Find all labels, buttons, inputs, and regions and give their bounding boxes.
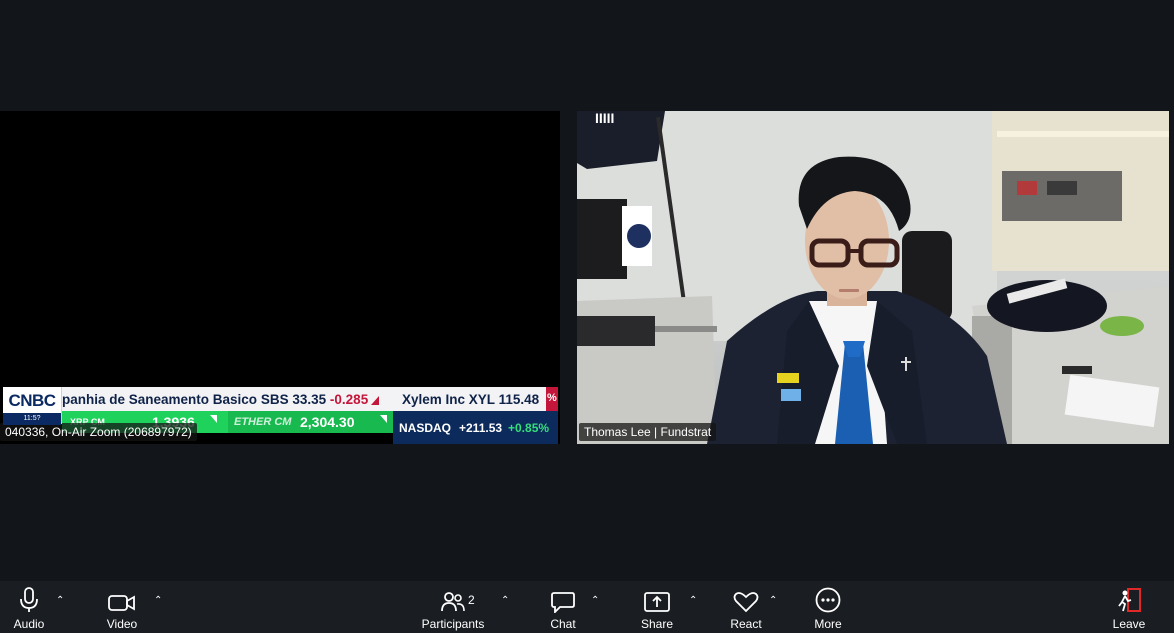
participants-options-caret[interactable]: ⌃ — [501, 595, 509, 606]
audio-button[interactable]: Audio — [10, 581, 48, 633]
ticker-nasdaq: NASDAQ +211.53 +0.85% — [393, 411, 558, 444]
react-button[interactable]: React — [726, 581, 766, 633]
microphone-icon — [19, 581, 39, 613]
participant-name-tag: Thomas Lee | Fundstrat — [579, 423, 717, 441]
participants-button[interactable]: Participants — [420, 581, 486, 633]
svg-text:IIIII: IIIII — [595, 111, 614, 126]
video-button[interactable]: Video — [102, 581, 142, 633]
video-tile-thomas-lee[interactable]: IIIII — [577, 111, 1169, 444]
video-options-caret[interactable]: ⌃ — [154, 595, 162, 606]
participants-count-badge: 2 — [468, 593, 475, 607]
leave-door-icon — [1116, 581, 1142, 613]
participant-name-tag: 040336, On-Air Zoom (206897972) — [0, 423, 197, 441]
meeting-stage: panhia de Saneamento Basico SBS 33.35 -0… — [0, 0, 1174, 581]
chat-bubble-icon — [551, 581, 575, 613]
more-button[interactable]: More — [810, 581, 846, 633]
meeting-toolbar: Audio ⌃ Video ⌃ Participants 2 ⌃ Chat ⌃ … — [0, 581, 1174, 633]
cnbc-logo: CNBC 11:5? — [3, 387, 62, 425]
ticker-item-1: panhia de Saneamento Basico SBS 33.35 -0… — [62, 392, 380, 407]
share-button[interactable]: Share — [638, 581, 676, 633]
more-dots-icon — [815, 581, 841, 613]
ticker-item-2: Xylem Inc XYL 115.48 — [402, 392, 540, 407]
webcam-scene: IIIII — [577, 111, 1169, 444]
ticker-change-badge: % — [546, 387, 558, 411]
heart-icon — [733, 581, 759, 613]
share-screen-icon — [644, 581, 670, 613]
chat-button[interactable]: Chat — [544, 581, 582, 633]
chat-options-caret[interactable]: ⌃ — [591, 595, 599, 606]
down-arrow-icon — [380, 415, 387, 423]
down-arrow-icon — [210, 415, 217, 423]
react-options-caret[interactable]: ⌃ — [769, 595, 777, 606]
video-camera-icon — [108, 581, 136, 613]
down-triangle-icon — [371, 395, 380, 405]
participants-icon — [440, 581, 466, 613]
share-options-caret[interactable]: ⌃ — [689, 595, 697, 606]
leave-button[interactable]: Leave — [1110, 581, 1148, 633]
audio-options-caret[interactable]: ⌃ — [56, 595, 64, 606]
